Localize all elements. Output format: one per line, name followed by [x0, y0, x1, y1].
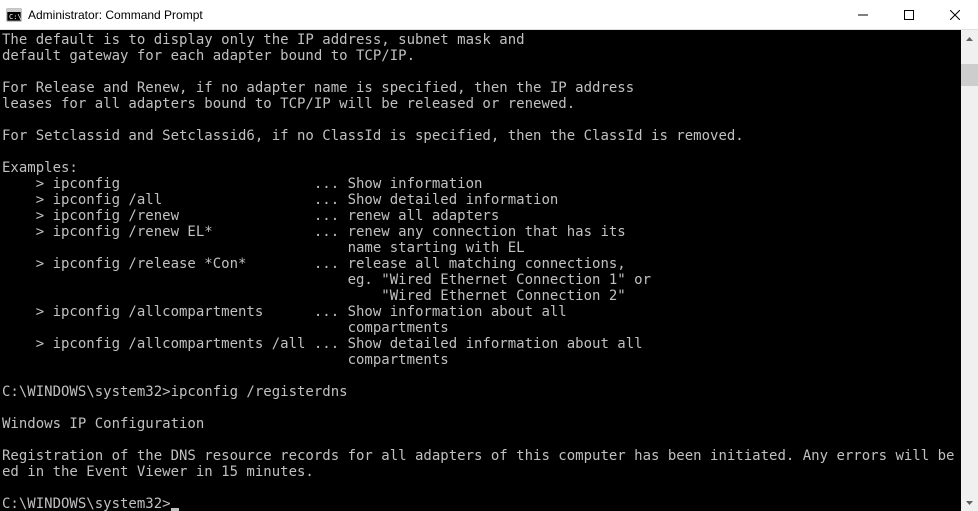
- vertical-scrollbar[interactable]: [961, 30, 978, 511]
- console-output[interactable]: The default is to display only the IP ad…: [0, 30, 961, 511]
- cmd-icon: C:\: [6, 7, 22, 23]
- scroll-thumb[interactable]: [961, 64, 978, 86]
- scroll-up-button[interactable]: [961, 30, 978, 47]
- window-controls: [840, 0, 978, 29]
- close-button[interactable]: [932, 0, 978, 29]
- scroll-down-button[interactable]: [961, 494, 978, 511]
- titlebar: C:\ Administrator: Command Prompt: [0, 0, 978, 30]
- maximize-button[interactable]: [886, 0, 932, 29]
- scroll-track[interactable]: [961, 47, 978, 494]
- window-title: Administrator: Command Prompt: [28, 8, 840, 22]
- console-container: The default is to display only the IP ad…: [0, 30, 978, 511]
- svg-text:C:\: C:\: [9, 13, 22, 21]
- minimize-button[interactable]: [840, 0, 886, 29]
